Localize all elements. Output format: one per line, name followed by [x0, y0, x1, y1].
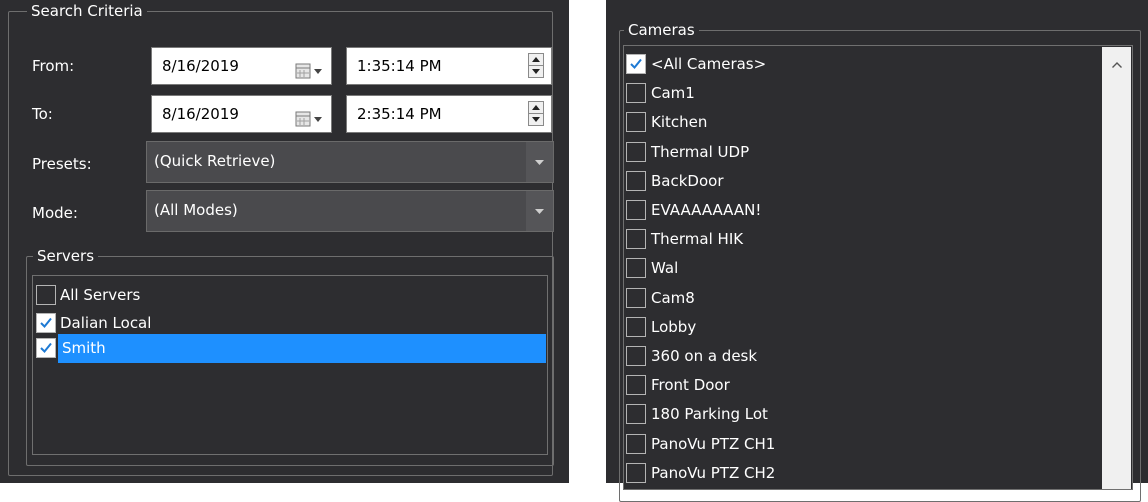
list-item[interactable]: Kitchen — [624, 108, 1101, 137]
checkbox[interactable] — [626, 141, 646, 162]
calendar-dropdown-icon[interactable] — [295, 105, 323, 127]
camera-label: EVAAAAAAAN! — [651, 201, 762, 219]
list-item[interactable]: Wal — [624, 254, 1101, 283]
from-label: From: — [32, 57, 75, 75]
server-label: All Servers — [60, 286, 141, 304]
camera-label: Lobby — [651, 317, 697, 336]
camera-label: 360 on a desk — [651, 347, 758, 365]
camera-label: Wal — [651, 259, 679, 278]
list-item[interactable]: Lobby — [624, 313, 1101, 342]
checkbox[interactable] — [626, 404, 646, 425]
list-item[interactable]: PanoVu PTZ CH1 — [624, 430, 1101, 459]
servers-list[interactable]: All Servers Dalian Local Smith — [32, 275, 548, 455]
list-item[interactable]: PanoVu PTZ CH2 — [624, 459, 1101, 488]
checkbox[interactable] — [626, 346, 646, 366]
search-criteria-panel: Search Criteria From: 8/16/2019 1:35:14 … — [0, 0, 569, 483]
cameras-panel: Cameras <All Cameras> Cam1 Kitchen Thermal … — [606, 0, 1148, 502]
checkmark-icon — [630, 58, 642, 69]
list-item[interactable]: BackDoor — [624, 167, 1101, 196]
camera-label: PanoVu PTZ CH2 — [651, 463, 776, 482]
list-item[interactable]: Cam1 — [624, 79, 1101, 108]
chevron-down-icon[interactable] — [526, 191, 553, 231]
list-item[interactable]: <All Cameras> — [624, 50, 1101, 79]
camera-label: 180 Parking Lot — [651, 405, 768, 424]
checkbox[interactable] — [626, 287, 646, 308]
checkmark-icon — [40, 317, 52, 328]
search-criteria-legend: Search Criteria — [27, 0, 147, 22]
up-down-spinner-icon[interactable] — [528, 101, 544, 126]
checkbox[interactable] — [626, 170, 646, 191]
to-label: To: — [32, 105, 53, 123]
checkbox[interactable] — [626, 200, 646, 220]
cameras-legend: Cameras — [624, 19, 699, 41]
to-time-field[interactable]: 2:35:14 PM — [346, 95, 552, 133]
camera-label: Thermal UDP — [651, 142, 750, 161]
checkbox[interactable] — [626, 83, 646, 104]
checkbox[interactable] — [626, 462, 646, 483]
camera-label: BackDoor — [651, 171, 724, 190]
checkbox[interactable] — [626, 229, 646, 250]
checkbox[interactable] — [626, 433, 646, 454]
to-date-picker[interactable]: 8/16/2019 — [151, 95, 332, 133]
list-item-smith[interactable]: Smith — [36, 334, 546, 363]
to-date-value: 8/16/2019 — [162, 105, 239, 123]
camera-label: Thermal HIK — [651, 230, 744, 249]
server-label: Smith — [62, 339, 106, 357]
camera-label: Cam8 — [651, 288, 695, 307]
checkbox[interactable] — [626, 258, 646, 279]
checkmark-icon — [40, 342, 52, 353]
list-item[interactable]: Cam8 — [624, 284, 1101, 313]
checkbox[interactable] — [36, 285, 56, 305]
checkbox[interactable] — [626, 112, 646, 133]
mode-value: (All Modes) — [154, 201, 238, 219]
checkbox[interactable] — [36, 313, 56, 333]
list-item-all-servers[interactable]: All Servers — [33, 281, 547, 310]
to-time-value: 2:35:14 PM — [357, 105, 442, 123]
list-item[interactable]: Front Door — [624, 371, 1101, 400]
list-item[interactable]: Thermal UDP — [624, 138, 1101, 167]
camera-label: Cam1 — [651, 84, 695, 103]
from-time-value: 1:35:14 PM — [357, 57, 442, 75]
list-item[interactable]: 180 Parking Lot — [624, 400, 1101, 429]
mode-dropdown[interactable]: (All Modes) — [146, 190, 554, 232]
presets-label: Presets: — [32, 155, 92, 173]
from-time-field[interactable]: 1:35:14 PM — [346, 47, 552, 85]
list-item[interactable]: EVAAAAAAAN! — [624, 196, 1101, 225]
camera-label: <All Cameras> — [651, 55, 767, 73]
checkbox[interactable] — [626, 375, 646, 396]
checkbox[interactable] — [626, 54, 646, 74]
scroll-up-arrow-icon[interactable] — [1102, 55, 1131, 75]
camera-label: PanoVu PTZ CH1 — [651, 434, 776, 453]
presets-dropdown[interactable]: (Quick Retrieve) — [146, 141, 554, 183]
cameras-list[interactable]: <All Cameras> Cam1 Kitchen Thermal UDP BackD… — [623, 45, 1133, 490]
up-down-spinner-icon[interactable] — [528, 53, 544, 78]
from-date-value: 8/16/2019 — [162, 57, 239, 75]
camera-label: Kitchen — [651, 113, 708, 132]
camera-label: Front Door — [651, 376, 730, 395]
list-item[interactable]: Thermal HIK — [624, 225, 1101, 254]
calendar-dropdown-icon[interactable] — [295, 57, 323, 79]
vertical-scrollbar[interactable] — [1102, 47, 1131, 489]
checkbox[interactable] — [36, 338, 56, 358]
checkbox[interactable] — [626, 316, 646, 337]
servers-legend: Servers — [33, 245, 99, 267]
from-date-picker[interactable]: 8/16/2019 — [151, 47, 332, 85]
list-item[interactable]: 360 on a desk — [624, 342, 1101, 371]
chevron-down-icon[interactable] — [526, 142, 553, 182]
mode-label: Mode: — [32, 204, 78, 222]
presets-value: (Quick Retrieve) — [154, 152, 276, 170]
